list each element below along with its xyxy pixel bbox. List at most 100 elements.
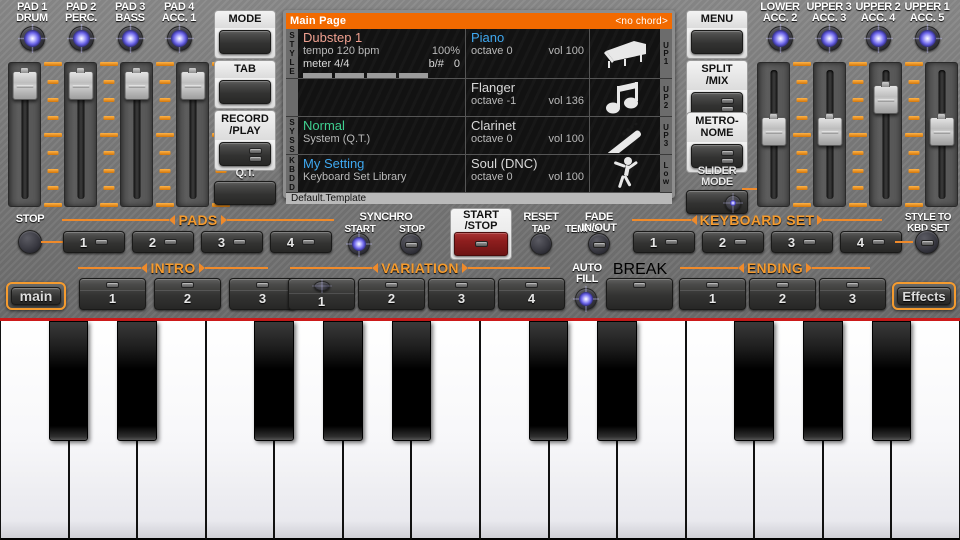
screen-row-info-2[interactable] bbox=[298, 79, 466, 116]
stop-button[interactable] bbox=[18, 230, 42, 254]
pad-trigger-1[interactable]: 1 bbox=[63, 231, 125, 253]
slider-mode-button-face[interactable] bbox=[686, 190, 748, 214]
slider-cap-2[interactable] bbox=[817, 117, 842, 146]
variation-button-3[interactable]: 3 bbox=[428, 278, 495, 310]
intro-button-2[interactable]: 2 bbox=[154, 278, 221, 310]
slider-cap-4[interactable] bbox=[929, 117, 954, 146]
black-key-8[interactable] bbox=[529, 321, 569, 441]
slider-track-3[interactable] bbox=[120, 62, 153, 207]
keyboard-set-3[interactable]: 3 bbox=[771, 231, 833, 253]
slider-1[interactable] bbox=[8, 62, 64, 207]
right-button-metro-nome[interactable]: METRO-NOME bbox=[686, 112, 748, 173]
pad-trigger-2[interactable]: 2 bbox=[132, 231, 194, 253]
screen-row-1[interactable]: Dubstep 1tempo 120 bpm100%meter 4/4b/#0P… bbox=[298, 29, 660, 79]
pad-button-1[interactable] bbox=[768, 26, 793, 51]
start-stop-button-face[interactable] bbox=[454, 232, 508, 256]
keyboard-set-4[interactable]: 4 bbox=[840, 231, 902, 253]
ending-button-1[interactable]: 1 bbox=[679, 278, 746, 310]
slider-track-2[interactable] bbox=[813, 62, 846, 207]
effects-button-face[interactable]: Effects bbox=[897, 287, 951, 305]
fade-button[interactable] bbox=[588, 233, 610, 255]
synchro-stop-button[interactable] bbox=[400, 233, 422, 255]
button-face[interactable] bbox=[219, 142, 271, 166]
left-button-record-play[interactable]: RECORD/PLAY bbox=[214, 110, 276, 171]
slider-3[interactable] bbox=[120, 62, 176, 207]
screen-row-part-1[interactable]: Pianooctave 0vol 100 bbox=[466, 29, 590, 78]
black-key-12[interactable] bbox=[803, 321, 843, 441]
black-key-9[interactable] bbox=[597, 321, 637, 441]
slider-cap-2[interactable] bbox=[68, 71, 93, 100]
pad-button-1[interactable] bbox=[20, 26, 45, 51]
style-to-kbd-button[interactable] bbox=[915, 230, 939, 254]
ending-button-3[interactable]: 3 bbox=[819, 278, 886, 310]
slider-track-1[interactable] bbox=[8, 62, 41, 207]
pad-button-3[interactable] bbox=[118, 26, 143, 51]
button-face[interactable] bbox=[691, 30, 743, 54]
screen-row-part-2[interactable]: Flangeroctave -1vol 136 bbox=[466, 79, 590, 116]
left-button-mode[interactable]: MODE bbox=[214, 10, 276, 59]
pad-button-3[interactable] bbox=[866, 26, 891, 51]
screen-row-icon-cell-3[interactable] bbox=[590, 117, 660, 154]
keyboard-set-1[interactable]: 1 bbox=[633, 231, 695, 253]
intro-button-1[interactable]: 1 bbox=[79, 278, 146, 310]
button-face[interactable] bbox=[219, 80, 271, 104]
qt-button-face[interactable] bbox=[214, 181, 276, 205]
break-button[interactable] bbox=[606, 278, 673, 310]
screen-row-part-3[interactable]: Clarinetoctave 0vol 100 bbox=[466, 117, 590, 154]
slider-3[interactable] bbox=[869, 62, 925, 207]
screen-row-icon-cell-2[interactable] bbox=[590, 79, 660, 116]
black-key-2[interactable] bbox=[117, 321, 157, 441]
black-key-6[interactable] bbox=[392, 321, 432, 441]
pad-button-2[interactable] bbox=[817, 26, 842, 51]
slider-mode-button[interactable]: SLIDERMODE bbox=[686, 166, 748, 214]
effects-button[interactable]: Effects bbox=[892, 282, 956, 310]
right-button-menu[interactable]: MENU bbox=[686, 10, 748, 59]
slider-cap-3[interactable] bbox=[873, 85, 898, 114]
tap-tempo-button[interactable] bbox=[530, 233, 552, 255]
slider-cap-1[interactable] bbox=[12, 71, 37, 100]
auto-fill-button[interactable] bbox=[575, 288, 597, 310]
screen-row-icon-cell-4[interactable] bbox=[590, 155, 660, 192]
start-stop-button[interactable]: START/STOP bbox=[450, 208, 512, 260]
slider-cap-4[interactable] bbox=[180, 71, 205, 100]
screen-row-info-3[interactable]: NormalSystem (Q.T.) bbox=[298, 117, 466, 154]
lcd-screen[interactable]: Main Page <no chord> STYLESYSSKBDD Dubst… bbox=[283, 10, 675, 198]
slider-track-3[interactable] bbox=[869, 62, 902, 207]
pad-button-2[interactable] bbox=[69, 26, 94, 51]
slider-cap-3[interactable] bbox=[124, 71, 149, 100]
variation-button-2[interactable]: 2 bbox=[358, 278, 425, 310]
screen-row-icon-cell-1[interactable] bbox=[590, 29, 660, 78]
black-key-11[interactable] bbox=[734, 321, 774, 441]
slider-1[interactable] bbox=[757, 62, 813, 207]
ending-button-2[interactable]: 2 bbox=[749, 278, 816, 310]
slider-track-4[interactable] bbox=[925, 62, 958, 207]
slider-cap-1[interactable] bbox=[761, 117, 786, 146]
pad-button-4[interactable] bbox=[915, 26, 940, 51]
pad-button-4[interactable] bbox=[167, 26, 192, 51]
pad-trigger-4[interactable]: 4 bbox=[270, 231, 332, 253]
keyboard-set-2[interactable]: 2 bbox=[702, 231, 764, 253]
button-face[interactable] bbox=[219, 30, 271, 54]
screen-row-info-1[interactable]: Dubstep 1tempo 120 bpm100%meter 4/4b/#0 bbox=[298, 29, 466, 78]
slider-2[interactable] bbox=[64, 62, 120, 207]
slider-4[interactable] bbox=[925, 62, 960, 207]
main-button[interactable]: main bbox=[6, 282, 66, 310]
pad-trigger-3[interactable]: 3 bbox=[201, 231, 263, 253]
screen-row-info-4[interactable]: My SettingKeyboard Set Library bbox=[298, 155, 466, 192]
piano-keyboard[interactable] bbox=[0, 318, 960, 540]
slider-track-4[interactable] bbox=[176, 62, 209, 207]
intro-button-3[interactable]: 3 bbox=[229, 278, 296, 310]
black-key-5[interactable] bbox=[323, 321, 363, 441]
black-key-4[interactable] bbox=[254, 321, 294, 441]
qt-button[interactable]: Q.T. bbox=[214, 168, 276, 205]
black-key-1[interactable] bbox=[49, 321, 89, 441]
slider-track-2[interactable] bbox=[64, 62, 97, 207]
variation-button-4[interactable]: 4 bbox=[498, 278, 565, 310]
slider-2[interactable] bbox=[813, 62, 869, 207]
slider-track-1[interactable] bbox=[757, 62, 790, 207]
black-key-13[interactable] bbox=[872, 321, 912, 441]
screen-row-4[interactable]: My SettingKeyboard Set LibrarySoul (DNC)… bbox=[298, 155, 660, 193]
left-button-tab[interactable]: TAB bbox=[214, 60, 276, 109]
synchro-start-button[interactable] bbox=[348, 233, 370, 255]
variation-button-1[interactable]: 1 bbox=[288, 278, 355, 310]
